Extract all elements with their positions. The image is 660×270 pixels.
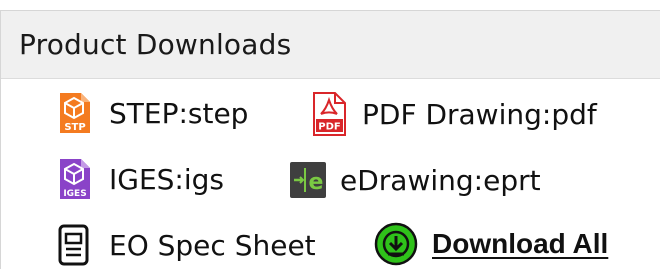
step-file-icon: STP: [57, 92, 91, 134]
svg-text:PDF: PDF: [318, 122, 340, 133]
download-step-label: STEP:step: [109, 96, 249, 130]
download-edrawing-link[interactable]: e eDrawing:eprt: [290, 162, 541, 198]
pdf-file-icon: PDF: [312, 92, 346, 136]
download-pdf-link[interactable]: PDF PDF Drawing:pdf: [312, 92, 597, 136]
download-iges-link[interactable]: IGES IGES:igs: [57, 158, 224, 200]
download-spec-sheet-link[interactable]: EO Spec Sheet: [57, 224, 316, 266]
panel-header: Product Downloads: [1, 11, 660, 79]
download-all-label: Download All: [432, 228, 609, 259]
svg-text:e: e: [309, 170, 324, 195]
download-iges-label: IGES:igs: [109, 162, 224, 196]
download-pdf-label: PDF Drawing:pdf: [362, 97, 597, 131]
svg-text:IGES: IGES: [63, 189, 86, 199]
download-all-link[interactable]: Download All: [374, 222, 608, 266]
download-circle-icon: [374, 222, 418, 266]
panel-title: Product Downloads: [19, 28, 292, 61]
download-step-link[interactable]: STP STEP:step: [57, 92, 248, 134]
download-edrawing-label: eDrawing:eprt: [340, 163, 541, 197]
edrawing-icon: e: [290, 162, 326, 198]
iges-file-icon: IGES: [57, 158, 91, 200]
download-spec-sheet-label: EO Spec Sheet: [109, 228, 316, 262]
svg-text:STP: STP: [64, 122, 85, 133]
spec-sheet-icon: [57, 224, 91, 266]
